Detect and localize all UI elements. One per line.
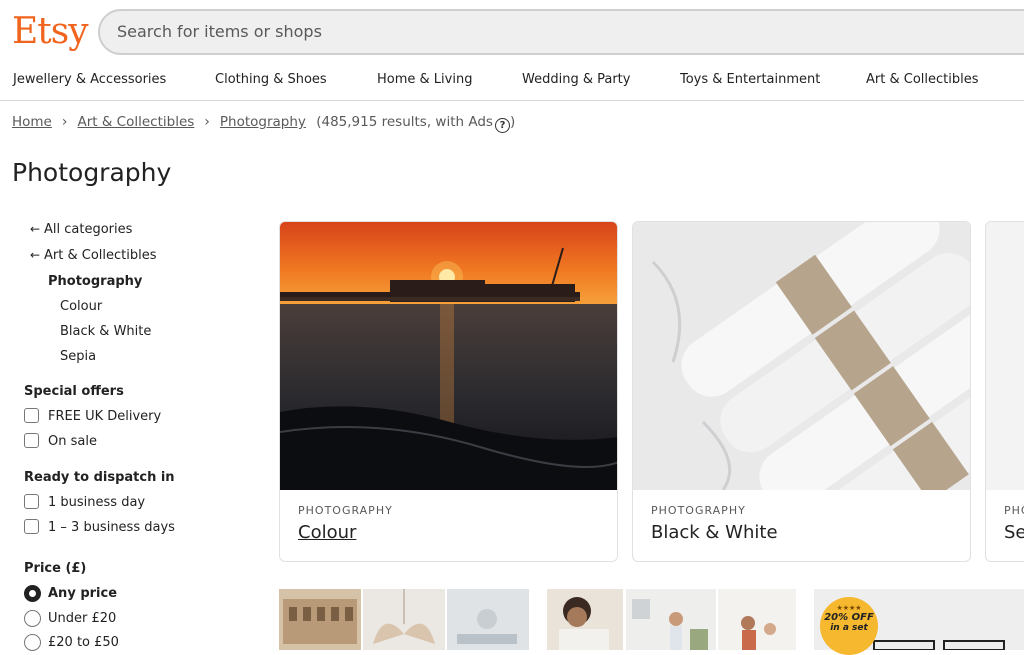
one-day-label[interactable]: 1 business day	[48, 495, 145, 510]
breadcrumb-art[interactable]: Art & Collectibles	[77, 114, 194, 130]
family-room-photo	[626, 589, 716, 650]
free-delivery-label[interactable]: FREE UK Delivery	[48, 409, 161, 424]
sidebar-item-sepia[interactable]: Sepia	[60, 349, 96, 364]
results-count-end: )	[509, 114, 516, 130]
sidebar-item-art-collectibles[interactable]: ← Art & Collectibles	[30, 248, 156, 263]
angel-wings-photo	[363, 589, 445, 650]
arrow-left-icon: ←	[30, 248, 41, 262]
sepia-image	[986, 222, 1024, 490]
breadcrumb-home[interactable]: Home	[12, 114, 52, 130]
special-offers-heading: Special offers	[24, 384, 124, 399]
one-three-days-label[interactable]: 1 – 3 business days	[48, 520, 175, 535]
price-heading: Price (£)	[24, 561, 87, 576]
card-category-label: PHOTOGRAPHY	[298, 504, 393, 517]
one-three-days-checkbox[interactable]	[24, 519, 39, 534]
nav-item-jewellery[interactable]: Jewellery & Accessories	[13, 72, 166, 87]
any-price-radio[interactable]	[24, 585, 41, 602]
woman-smiling-photo	[547, 589, 623, 650]
category-nav: Jewellery & Accessories Clothing & Shoes…	[0, 64, 1024, 101]
chevron-right-icon: ›	[204, 114, 210, 130]
help-icon[interactable]: ?	[494, 118, 510, 133]
dispatch-heading: Ready to dispatch in	[24, 470, 175, 485]
under-20-radio[interactable]	[24, 610, 41, 627]
sunset-pier-image	[280, 222, 617, 490]
badge-discount: 20% OFF	[824, 612, 874, 623]
20-to-50-label[interactable]: £20 to £50	[48, 635, 119, 650]
page-title: Photography	[12, 158, 172, 187]
marble-rolls-image	[633, 222, 970, 490]
card-title-colour[interactable]: Colour	[298, 522, 356, 543]
category-card-black-white[interactable]: PHOTOGRAPHY Black & White	[632, 221, 971, 562]
card-title-sepia[interactable]: Se	[1004, 522, 1024, 543]
search-placeholder: Search for items or shops	[117, 22, 322, 41]
product-thumbnail[interactable]	[718, 589, 796, 650]
badge-set: in a set	[830, 623, 868, 633]
sidebar-item-photography[interactable]: Photography	[48, 274, 142, 289]
etsy-logo[interactable]: Etsy	[12, 8, 89, 56]
nav-item-home-living[interactable]: Home & Living	[377, 72, 472, 87]
sidebar-item-colour[interactable]: Colour	[60, 299, 102, 314]
category-card-colour[interactable]: PHOTOGRAPHY Colour	[279, 221, 618, 562]
card-title-black-white[interactable]: Black & White	[651, 522, 778, 543]
product-thumbnail[interactable]	[547, 589, 623, 650]
all-categories-label: All categories	[44, 222, 133, 237]
card-category-label: PHOTOGRAPHY	[651, 504, 746, 517]
sidebar-item-black-white[interactable]: Black & White	[60, 324, 151, 339]
nav-item-art[interactable]: Art & Collectibles	[866, 72, 978, 87]
star-icon: ★★★★	[836, 604, 862, 612]
on-sale-label[interactable]: On sale	[48, 434, 97, 449]
arrow-left-icon: ←	[30, 222, 41, 236]
results-count: (485,915 results, with Ads	[316, 114, 493, 130]
free-delivery-checkbox[interactable]	[24, 408, 39, 423]
product-thumbnail[interactable]	[279, 589, 361, 650]
chevron-right-icon: ›	[61, 114, 68, 130]
nav-item-clothing[interactable]: Clothing & Shoes	[215, 72, 327, 87]
children-photo	[718, 589, 796, 650]
under-20-label[interactable]: Under £20	[48, 611, 116, 626]
sidebar-item-all-categories[interactable]: ← All categories	[30, 222, 132, 237]
any-price-label[interactable]: Any price	[48, 586, 117, 601]
product-thumbnail[interactable]	[363, 589, 445, 650]
one-day-checkbox[interactable]	[24, 494, 39, 509]
search-input[interactable]: Search for items or shops	[98, 9, 1024, 55]
discount-badge: ★★★★ 20% OFF in a set	[820, 597, 878, 655]
on-sale-checkbox[interactable]	[24, 433, 39, 448]
nav-item-wedding[interactable]: Wedding & Party	[522, 72, 630, 87]
card-category-label: PHO	[1004, 504, 1024, 517]
product-thumbnail[interactable]	[447, 589, 529, 650]
nav-item-toys[interactable]: Toys & Entertainment	[680, 72, 820, 87]
art-collectibles-label: Art & Collectibles	[44, 248, 157, 263]
product-thumbnail[interactable]: ★★★★ 20% OFF in a set	[814, 589, 1024, 655]
beach-photo	[447, 589, 529, 650]
breadcrumb: Home › Art & Collectibles › Photography (485…	[12, 114, 515, 133]
breadcrumb-photography[interactable]: Photography	[220, 114, 306, 130]
category-card-sepia[interactable]: PHO Se	[985, 221, 1024, 562]
product-thumbnail[interactable]	[626, 589, 716, 650]
building-photo	[279, 589, 361, 650]
20-to-50-radio[interactable]	[24, 634, 41, 651]
